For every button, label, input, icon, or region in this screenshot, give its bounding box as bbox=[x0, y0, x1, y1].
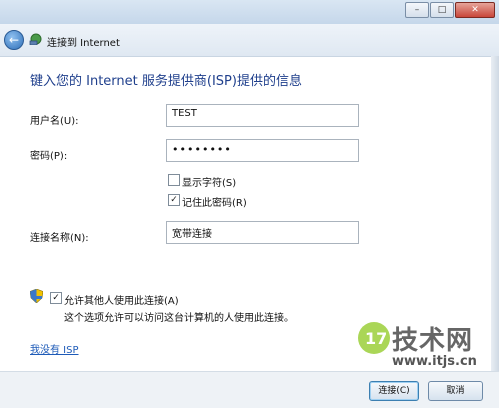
maximize-button[interactable]: □ bbox=[430, 2, 454, 18]
page-heading: 键入您的 Internet 服务提供商(ISP)提供的信息 bbox=[30, 74, 302, 89]
security-shield-icon bbox=[30, 289, 43, 303]
allow-others-label: 允许其他人使用此连接(A) bbox=[64, 296, 179, 307]
connection-name-field[interactable]: 宽带连接 bbox=[166, 221, 359, 244]
remember-password-label: 记住此密码(R) bbox=[182, 198, 247, 209]
no-isp-link[interactable]: 我没有 ISP bbox=[30, 341, 79, 356]
username-label: 用户名(U): bbox=[30, 116, 79, 127]
navigation-bar: ← 连接到 Internet bbox=[0, 24, 499, 57]
window-controls: – □ ✕ bbox=[405, 2, 495, 18]
password-field[interactable]: •••••••• bbox=[166, 139, 359, 162]
close-button[interactable]: ✕ bbox=[455, 2, 495, 18]
allow-others-description: 这个选项允许可以访问这台计算机的人使用此连接。 bbox=[64, 313, 294, 324]
title-bar: – □ ✕ bbox=[0, 0, 499, 24]
back-arrow-icon[interactable]: ← bbox=[4, 30, 24, 50]
show-characters-checkbox[interactable] bbox=[168, 174, 180, 186]
allow-others-checkbox[interactable]: ✓ bbox=[50, 292, 62, 304]
username-field[interactable]: TEST bbox=[166, 104, 359, 127]
show-characters-label: 显示字符(S) bbox=[182, 178, 237, 189]
watermark-url: www.itjs.cn bbox=[392, 354, 477, 369]
remember-password-checkbox[interactable]: ✓ bbox=[168, 194, 180, 206]
network-globe-icon bbox=[29, 33, 42, 45]
minimize-button[interactable]: – bbox=[405, 2, 429, 18]
password-label: 密码(P): bbox=[30, 151, 68, 162]
svg-text:17: 17 bbox=[365, 329, 387, 348]
window-title: 连接到 Internet bbox=[47, 38, 120, 49]
connection-name-label: 连接名称(N): bbox=[30, 233, 89, 244]
watermark-text: 技术网 bbox=[392, 326, 474, 356]
